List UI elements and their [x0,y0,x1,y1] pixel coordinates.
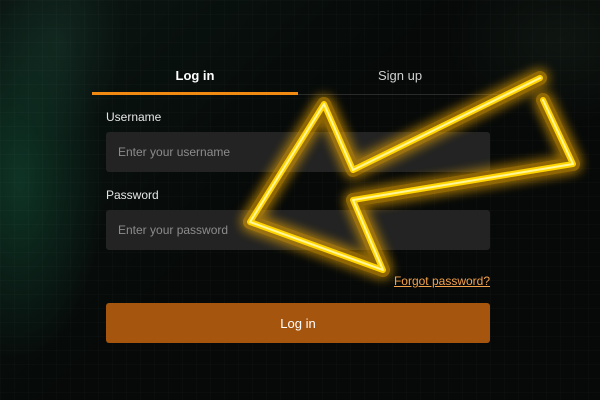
password-label: Password [106,188,159,202]
forgot-password-link[interactable]: Forgot password? [394,274,490,288]
username-label: Username [106,110,162,124]
login-button[interactable]: Log in [106,303,490,343]
username-input[interactable] [106,132,490,172]
auth-tabs: Log in Sign up [92,58,502,95]
tab-signup[interactable]: Sign up [298,58,502,94]
password-input[interactable] [106,210,490,250]
tab-login[interactable]: Log in [92,58,298,95]
login-panel: Log in Sign up Username Password Forgot … [92,58,502,358]
